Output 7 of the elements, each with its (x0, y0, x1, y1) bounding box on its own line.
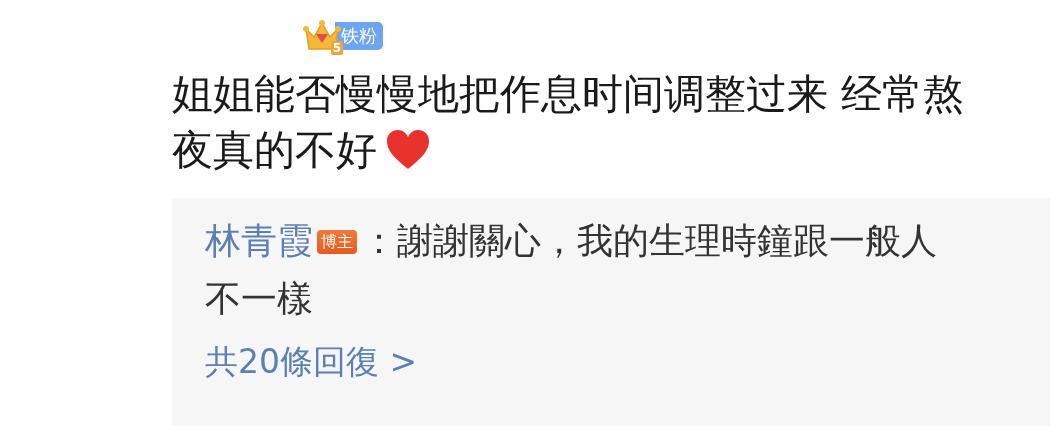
heart-icon (385, 129, 431, 171)
author-badge: 博主 (317, 230, 357, 254)
author-link[interactable]: 林青霞 (205, 220, 313, 261)
comment-text: 夜真的不好 (172, 125, 377, 176)
reply-text: 林青霞 博主 ：謝謝關心，我的生理時鐘跟一般人不一樣 (205, 219, 938, 321)
comment-text: 姐姐能否慢慢地把作息时间调整过来 经常熬 (172, 69, 965, 120)
more-replies-link[interactable]: 共20條回復 > (205, 334, 418, 390)
